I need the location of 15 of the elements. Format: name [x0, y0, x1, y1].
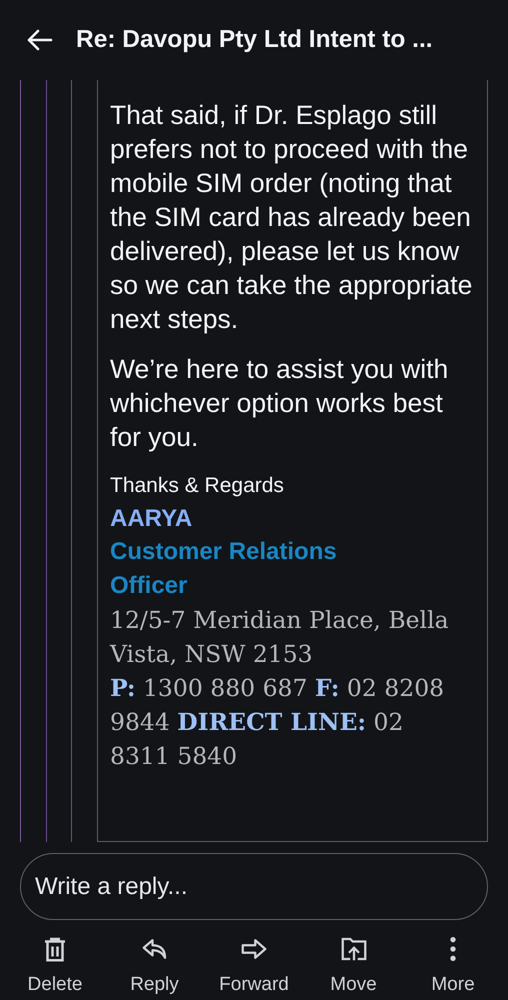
email-subject: Re: Davopu Pty Ltd Intent to ... — [76, 26, 433, 54]
toolbar-button[interactable]: Forward — [209, 934, 299, 996]
closing-text: Thanks & Regards — [110, 473, 285, 499]
address-text: 12/5-7 Meridian Place, Bella Vista, NSW 2153 — [110, 605, 450, 670]
sender-role: Customer Relations Officer — [110, 537, 338, 601]
toolbar-button[interactable]: Delete — [10, 934, 100, 996]
toolbar-button[interactable]: More — [408, 934, 498, 996]
reply-field[interactable]: Write a reply... — [20, 853, 488, 920]
toolbar-button[interactable]: Reply — [110, 934, 200, 996]
contact-text: P: 1300 880 687 F: 02 8208 9844 DIRECT LINE: 02 8311 5840 — [110, 673, 446, 772]
more-icon — [449, 934, 457, 964]
body-paragraph: That said, if Dr. Esplago still prefers not to proceed with the mobile SIM order (noting that the SIM card has already been delivered), please let us know so we can take the appropriate next steps. — [110, 99, 474, 336]
body-paragraph: We’re here to assist you with whichever option works best for you. — [110, 353, 450, 454]
sender-name: AARYA — [110, 504, 194, 534]
toolbar-button[interactable]: Move — [308, 934, 398, 996]
